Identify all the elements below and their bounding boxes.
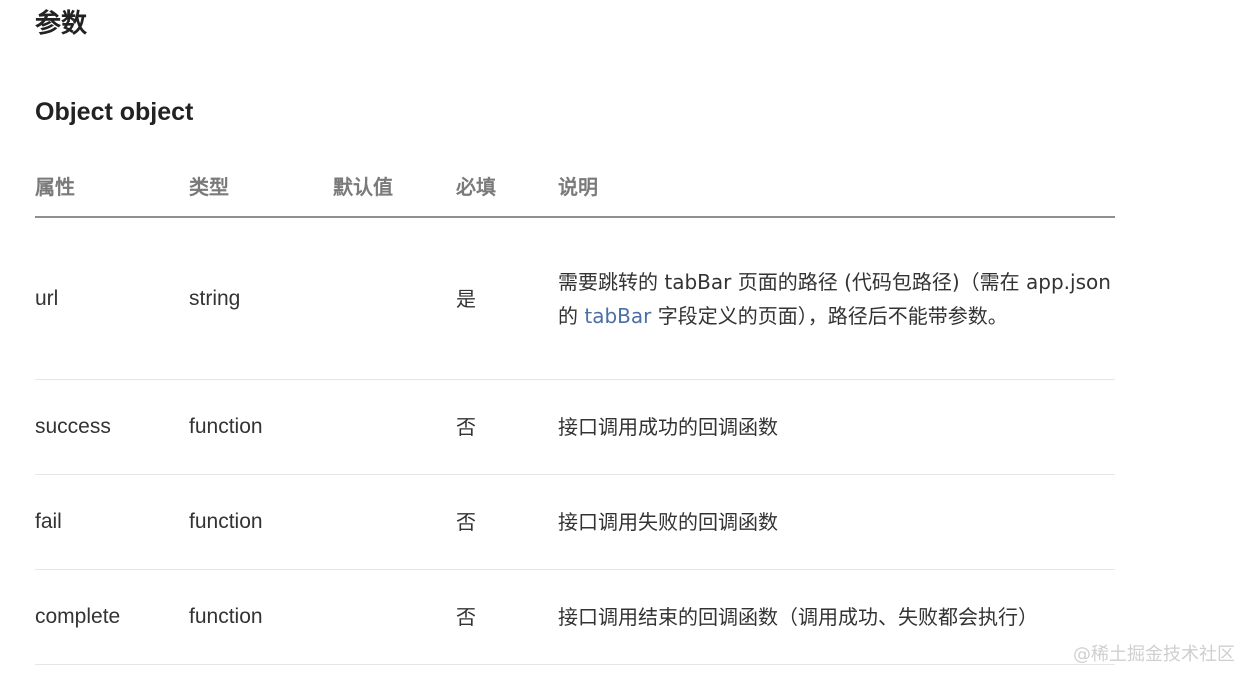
cell-required: 否 bbox=[456, 474, 558, 570]
watermark: @稀土掘金技术社区 bbox=[1073, 644, 1235, 665]
cell-required: 否 bbox=[456, 379, 558, 475]
table-row: fail function 否 接口调用失败的回调函数 bbox=[35, 474, 1115, 570]
cell-name: success bbox=[35, 379, 189, 475]
table-row: success function 否 接口调用成功的回调函数 bbox=[35, 379, 1115, 475]
table-row: complete function 否 接口调用结束的回调函数（调用成功、失败都… bbox=[35, 569, 1115, 665]
header-type: 类型 bbox=[189, 154, 333, 218]
section-title: 参数 bbox=[35, 9, 88, 39]
header-description: 说明 bbox=[558, 154, 1115, 218]
object-title: Object object bbox=[35, 98, 194, 126]
cell-description: 接口调用成功的回调函数 bbox=[558, 379, 1115, 475]
cell-description: 接口调用结束的回调函数（调用成功、失败都会执行） bbox=[558, 569, 1115, 665]
params-table: 属性 类型 默认值 必填 说明 url string 是 需要跳转的 tabBa… bbox=[35, 154, 1115, 665]
cell-description: 需要跳转的 tabBar 页面的路径 (代码包路径)（需在 app.json 的… bbox=[558, 217, 1115, 380]
cell-type: string bbox=[189, 217, 333, 380]
header-required: 必填 bbox=[456, 154, 558, 218]
cell-name: fail bbox=[35, 474, 189, 570]
cell-default bbox=[333, 379, 456, 475]
desc-text: 字段定义的页面），路径后不能带参数。 bbox=[651, 303, 1008, 328]
cell-required: 否 bbox=[456, 569, 558, 665]
header-default: 默认值 bbox=[333, 154, 456, 218]
header-property: 属性 bbox=[35, 154, 189, 218]
table-header-row: 属性 类型 默认值 必填 说明 bbox=[35, 154, 1115, 218]
cell-type: function bbox=[189, 379, 333, 475]
cell-description: 接口调用失败的回调函数 bbox=[558, 474, 1115, 570]
cell-type: function bbox=[189, 474, 333, 570]
cell-type: function bbox=[189, 569, 333, 665]
cell-default bbox=[333, 474, 456, 570]
cell-default bbox=[333, 569, 456, 665]
table-row: url string 是 需要跳转的 tabBar 页面的路径 (代码包路径)（… bbox=[35, 217, 1115, 380]
cell-default bbox=[333, 217, 456, 380]
tabbar-link[interactable]: tabBar bbox=[584, 304, 651, 328]
cell-name: url bbox=[35, 217, 189, 380]
cell-required: 是 bbox=[456, 217, 558, 380]
cell-name: complete bbox=[35, 569, 189, 665]
